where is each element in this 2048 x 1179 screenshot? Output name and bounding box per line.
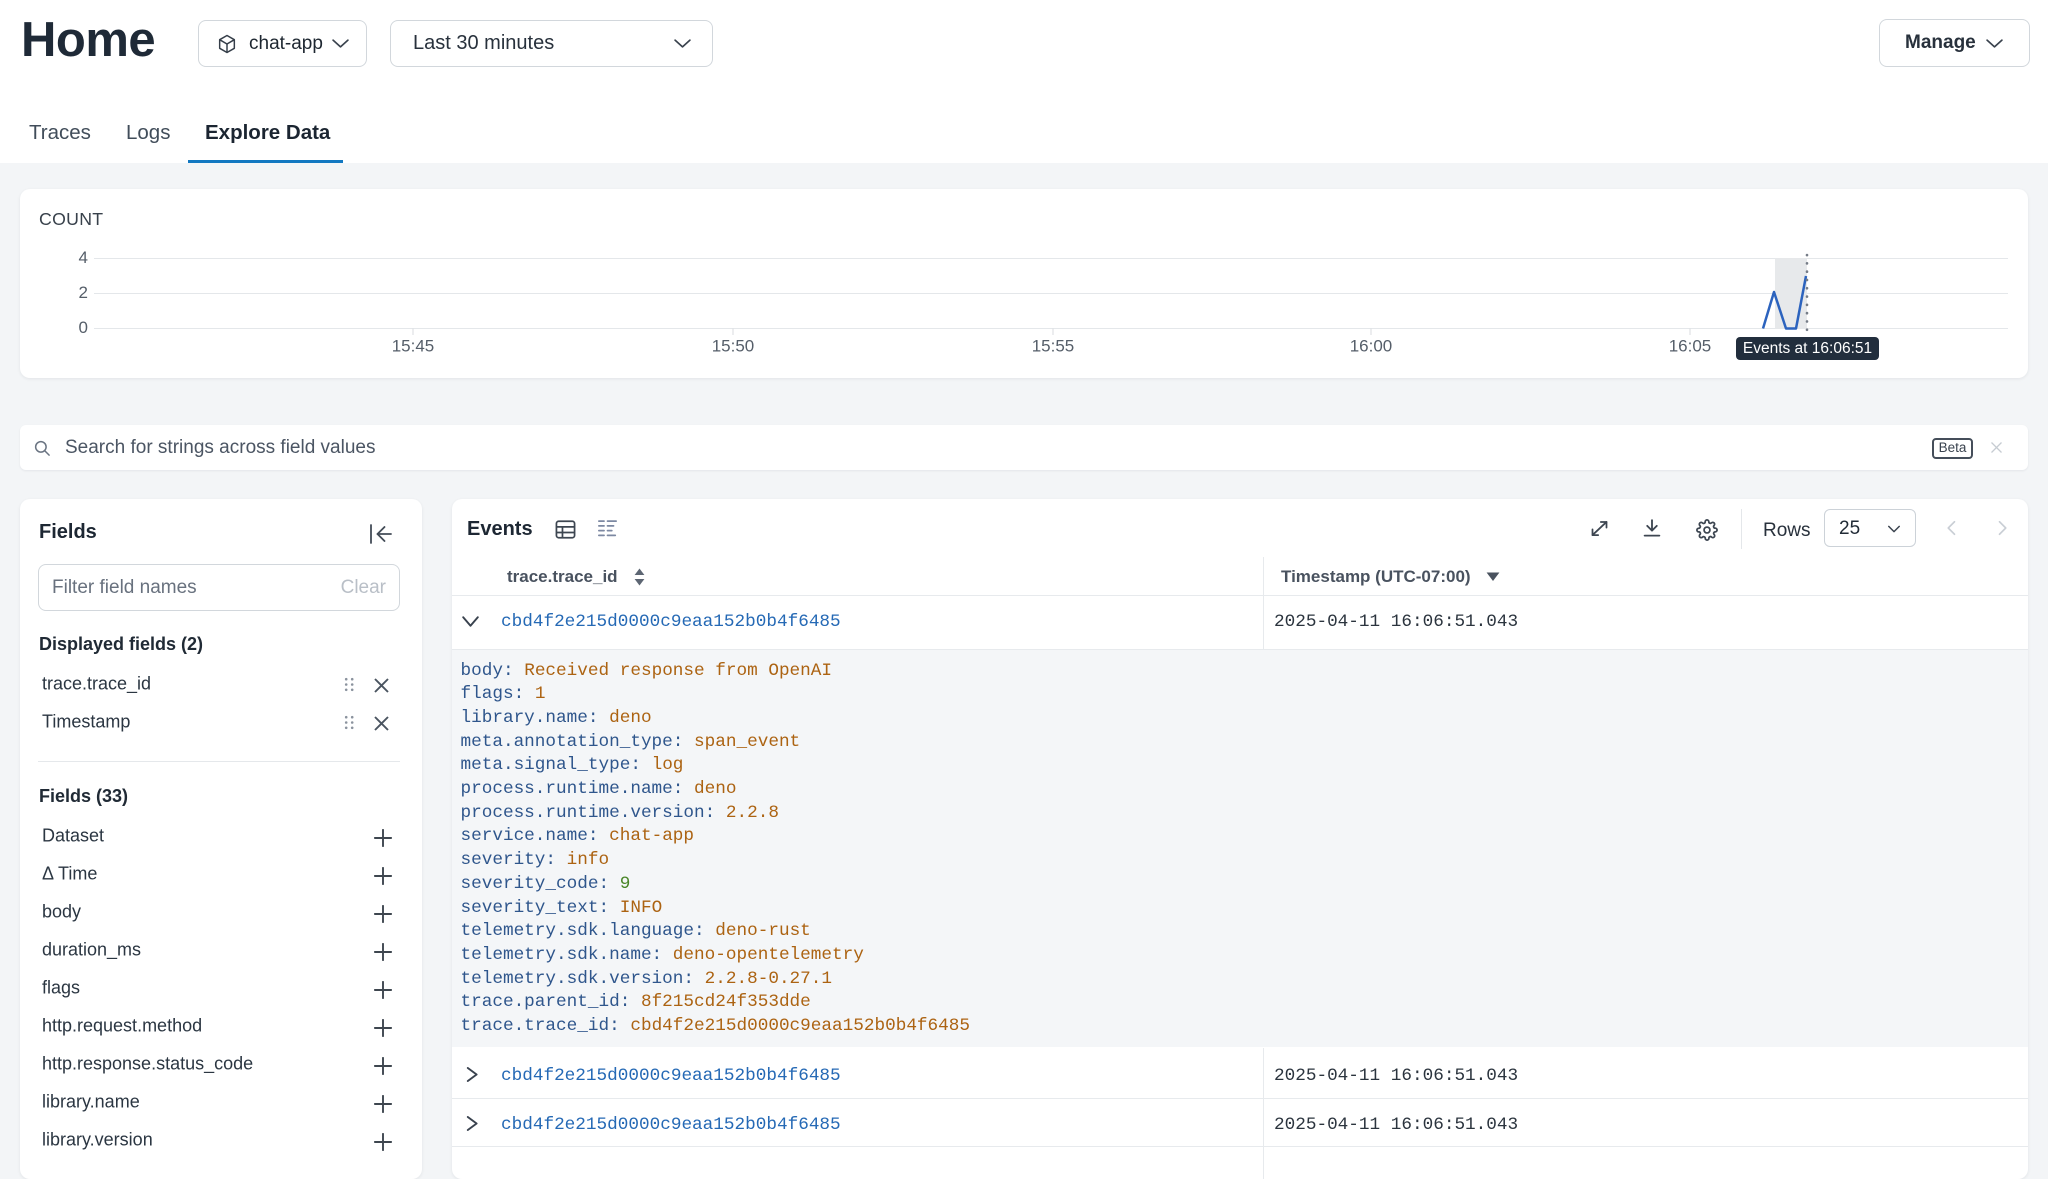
svg-text:16:00: 16:00	[1350, 337, 1393, 356]
svg-text:15:55: 15:55	[1032, 337, 1075, 356]
svg-text:2: 2	[79, 283, 88, 302]
svg-text:15:45: 15:45	[392, 337, 435, 356]
svg-text:16:05: 16:05	[1669, 337, 1712, 356]
svg-text:15:50: 15:50	[712, 337, 755, 356]
svg-text:0: 0	[79, 318, 88, 337]
svg-text:4: 4	[79, 248, 88, 267]
